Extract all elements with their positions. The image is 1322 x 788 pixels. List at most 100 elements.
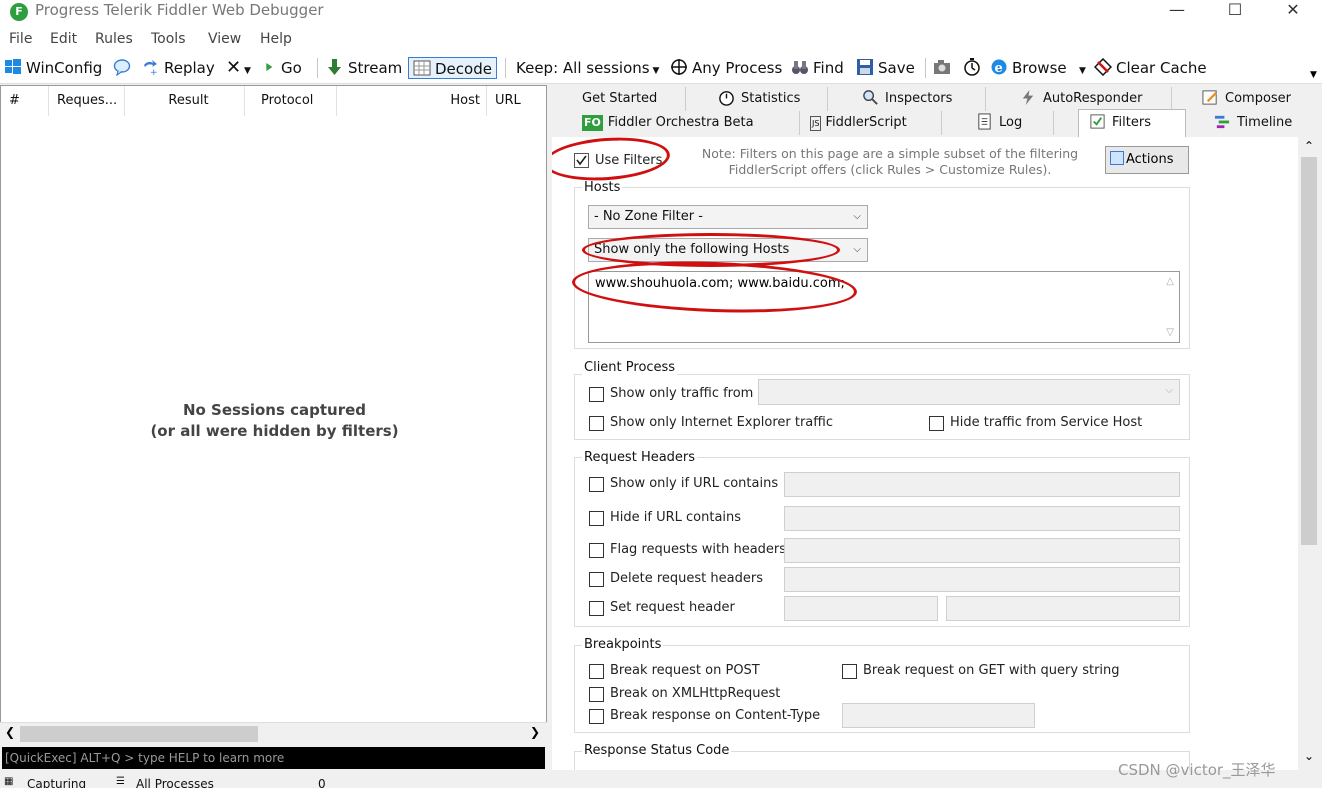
- request-headers-group-label: Request Headers: [582, 450, 698, 465]
- tab-statistics[interactable]: Statistics: [686, 87, 828, 111]
- break-post-label: Break request on POST: [610, 663, 760, 678]
- column-header-number[interactable]: #: [1, 86, 49, 116]
- quickexec-input[interactable]: [QuickExec] ALT+Q > type HELP to learn m…: [2, 747, 545, 769]
- tab-fiddlerscript[interactable]: JS FiddlerScript: [800, 111, 942, 135]
- browse-button[interactable]: e Browse: [990, 57, 1067, 79]
- column-header-result[interactable]: Result: [125, 86, 245, 116]
- empty-sessions-message: No Sessions captured (or all were hidden…: [1, 400, 548, 442]
- save-button[interactable]: Save: [856, 57, 915, 79]
- browse-dropdown[interactable]: ▼: [1079, 57, 1086, 79]
- dropdown-caret-icon: ▼: [241, 66, 251, 76]
- dropdown-caret-icon: ▼: [1079, 66, 1086, 76]
- sessions-horizontal-scrollbar[interactable]: ❮ ❯: [0, 722, 547, 744]
- set-header-name-input[interactable]: [784, 596, 938, 621]
- windows-icon: [5, 59, 21, 74]
- tab-fiddler-orchestra[interactable]: FO Fiddler Orchestra Beta: [574, 111, 800, 135]
- scroll-right-icon[interactable]: ❯: [530, 725, 540, 739]
- tab-log[interactable]: Log: [942, 111, 1054, 135]
- column-header-request[interactable]: Reques...: [49, 86, 125, 116]
- toolbar-overflow-icon[interactable]: ▼: [1310, 70, 1317, 80]
- url-contains-input[interactable]: [784, 472, 1180, 497]
- scroll-up-icon[interactable]: ⌃: [1304, 139, 1314, 153]
- content-type-input[interactable]: [842, 703, 1035, 728]
- column-header-protocol[interactable]: Protocol: [245, 86, 337, 116]
- hide-service-host-checkbox[interactable]: [929, 416, 944, 431]
- flag-headers-checkbox[interactable]: [589, 543, 604, 558]
- chevron-down-icon: ⌵: [853, 211, 861, 222]
- hide-service-host-label: Hide traffic from Service Host: [950, 415, 1143, 430]
- keep-label: Keep: All sessions: [516, 59, 650, 77]
- comment-button[interactable]: [113, 57, 135, 79]
- tab-get-started[interactable]: Get Started: [574, 87, 686, 111]
- set-header-value-input[interactable]: [946, 596, 1180, 621]
- close-button[interactable]: ✕: [1264, 0, 1322, 22]
- screenshot-button[interactable]: [933, 57, 955, 79]
- menu-file[interactable]: File: [9, 31, 32, 47]
- capturing-status[interactable]: Capturing: [27, 777, 86, 788]
- hide-url-input[interactable]: [784, 506, 1180, 531]
- camera-icon: [934, 60, 950, 74]
- delete-headers-label: Delete request headers: [610, 571, 763, 586]
- composer-pencil-icon: [1202, 90, 1218, 105]
- remove-sessions-button[interactable]: ✕ ▼: [226, 57, 251, 79]
- tab-timeline[interactable]: Timeline: [1192, 111, 1322, 135]
- menu-view[interactable]: View: [208, 31, 241, 47]
- delete-headers-checkbox[interactable]: [589, 572, 604, 587]
- menu-rules[interactable]: Rules: [95, 31, 133, 47]
- delete-headers-input[interactable]: [784, 567, 1180, 592]
- decode-button[interactable]: Decode: [408, 57, 497, 79]
- find-button[interactable]: Find: [791, 57, 844, 79]
- column-header-url[interactable]: URL: [487, 86, 547, 116]
- set-header-checkbox[interactable]: [589, 601, 604, 616]
- url-contains-checkbox[interactable]: [589, 477, 604, 492]
- magnifier-icon: [863, 90, 878, 105]
- scrollbar-thumb[interactable]: [20, 726, 258, 742]
- tab-label: Statistics: [741, 91, 801, 106]
- timer-button[interactable]: [963, 57, 985, 79]
- hide-url-checkbox[interactable]: [589, 511, 604, 526]
- scroll-left-icon[interactable]: ❮: [5, 725, 15, 739]
- replay-label: Replay: [164, 59, 215, 77]
- break-content-type-checkbox[interactable]: [589, 709, 604, 724]
- replay-button[interactable]: + Replay: [142, 57, 215, 79]
- minimize-button[interactable]: —: [1148, 0, 1206, 22]
- maximize-button[interactable]: ☐: [1206, 0, 1264, 22]
- scroll-down-icon[interactable]: ▽: [1166, 327, 1174, 338]
- menu-help[interactable]: Help: [260, 31, 292, 47]
- scroll-down-icon[interactable]: ⌄: [1304, 749, 1314, 763]
- ie-traffic-checkbox[interactable]: [589, 416, 604, 431]
- filters-vertical-scrollbar[interactable]: ⌃ ⌄: [1298, 137, 1320, 770]
- window-title: Progress Telerik Fiddler Web Debugger: [35, 1, 324, 19]
- menu-edit[interactable]: Edit: [50, 31, 77, 47]
- flag-headers-input[interactable]: [784, 538, 1180, 563]
- tab-composer[interactable]: Composer: [1172, 87, 1322, 111]
- process-select[interactable]: ⌵: [758, 379, 1180, 405]
- tab-label: Inspectors: [885, 91, 953, 106]
- actions-button[interactable]: Actions: [1105, 146, 1189, 174]
- menu-tools[interactable]: Tools: [151, 31, 186, 47]
- tab-filters[interactable]: Filters: [1078, 109, 1186, 137]
- column-header-host[interactable]: Host: [337, 86, 487, 116]
- toolbar-separator: [925, 58, 926, 78]
- winconfig-button[interactable]: WinConfig: [4, 57, 102, 79]
- stream-button[interactable]: Stream: [326, 57, 402, 79]
- break-post-checkbox[interactable]: [589, 664, 604, 679]
- actions-label: Actions: [1126, 152, 1174, 167]
- scrollbar-thumb[interactable]: [1301, 157, 1317, 545]
- tab-autoresponder[interactable]: AutoResponder: [986, 87, 1172, 111]
- process-filter-icon: ☰: [116, 776, 125, 787]
- traffic-from-checkbox[interactable]: [589, 387, 604, 402]
- clear-cache-button[interactable]: Clear Cache: [1094, 57, 1207, 79]
- zone-filter-select[interactable]: - No Zone Filter - ⌵: [588, 205, 868, 229]
- sessions-list[interactable]: # Reques... Result Protocol Host URL No …: [0, 85, 547, 744]
- any-process-button[interactable]: Any Process: [670, 57, 782, 79]
- filters-note: Note: Filters on this page are a simple …: [700, 146, 1080, 178]
- process-filter-status[interactable]: All Processes: [136, 777, 214, 788]
- tab-inspectors[interactable]: Inspectors: [828, 87, 986, 111]
- scroll-up-icon[interactable]: △: [1166, 276, 1174, 287]
- break-xhr-checkbox[interactable]: [589, 687, 604, 702]
- go-button[interactable]: Go: [265, 57, 302, 79]
- inspector-tabs: Get Started Statistics Inspectors AutoRe…: [552, 85, 1322, 137]
- break-get-query-checkbox[interactable]: [842, 664, 857, 679]
- keep-sessions-dropdown[interactable]: Keep: All sessions ▼: [516, 57, 659, 79]
